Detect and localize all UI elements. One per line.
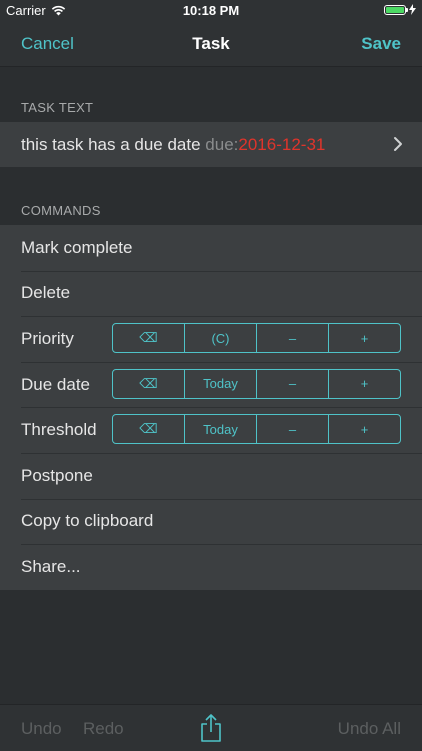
status-time: 10:18 PM [182, 3, 240, 18]
priority-clear-button[interactable]: ⌫ [113, 324, 185, 353]
priority-label: Priority [21, 328, 74, 348]
navigation-bar: Cancel Task Save [0, 22, 422, 67]
delete-row[interactable]: Delete [0, 270, 422, 317]
task-due-label: due: [205, 134, 239, 154]
mark-complete-label: Mark complete [21, 237, 133, 257]
share-icon[interactable] [199, 713, 223, 743]
task-text: this task has a due date due:2016-12-31 [21, 135, 325, 155]
status-bar: Carrier 10:18 PM [0, 0, 422, 22]
due-date-clear-button[interactable]: ⌫ [113, 369, 185, 398]
task-text-header: TASK TEXT [21, 100, 94, 115]
commands-list: Mark complete Delete Priority ⌫ (C) – + … [0, 225, 422, 590]
postpone-label: Postpone [21, 465, 93, 485]
battery-icon [384, 4, 408, 15]
priority-value-button[interactable]: (C) [185, 324, 257, 353]
redo-button[interactable]: Redo [83, 719, 124, 739]
priority-decrease-button[interactable]: – [257, 324, 329, 353]
threshold-segmented-control: ⌫ Today – + [112, 414, 401, 445]
charging-bolt-icon [409, 4, 416, 15]
threshold-today-button[interactable]: Today [185, 415, 257, 444]
due-date-label: Due date [21, 374, 90, 394]
cancel-button[interactable]: Cancel [21, 34, 74, 54]
save-button[interactable]: Save [361, 34, 401, 54]
share-label: Share... [21, 556, 81, 576]
chevron-right-icon [394, 137, 402, 151]
threshold-increase-button[interactable]: + [329, 415, 400, 443]
due-date-segmented-control: ⌫ Today – + [112, 368, 401, 399]
commands-header: COMMANDS [21, 203, 101, 218]
threshold-decrease-button[interactable]: – [257, 415, 329, 444]
task-text-row[interactable]: this task has a due date due:2016-12-31 [0, 122, 422, 167]
threshold-row: Threshold ⌫ Today – + [0, 407, 422, 453]
threshold-label: Threshold [21, 420, 97, 440]
task-text-body: this task has a due date [21, 134, 201, 154]
status-right [384, 4, 416, 15]
delete-label: Delete [21, 283, 71, 303]
copy-to-clipboard-label: Copy to clipboard [21, 511, 154, 531]
task-due-value: 2016-12-31 [238, 134, 326, 154]
due-date-decrease-button[interactable]: – [257, 369, 329, 398]
bottom-toolbar: Undo Redo Undo All [0, 704, 422, 751]
due-date-today-button[interactable]: Today [185, 369, 257, 398]
priority-segmented-control: ⌫ (C) – + [112, 323, 401, 354]
undo-all-button[interactable]: Undo All [338, 719, 401, 739]
postpone-row[interactable]: Postpone [0, 452, 422, 499]
priority-row: Priority ⌫ (C) – + [0, 316, 422, 362]
mark-complete-row[interactable]: Mark complete [0, 225, 422, 271]
copy-to-clipboard-row[interactable]: Copy to clipboard [0, 498, 422, 545]
threshold-clear-button[interactable]: ⌫ [113, 415, 185, 444]
undo-button[interactable]: Undo [21, 719, 62, 739]
priority-increase-button[interactable]: + [329, 324, 400, 352]
due-date-row: Due date ⌫ Today – + [0, 361, 422, 408]
share-row[interactable]: Share... [0, 544, 422, 590]
due-date-increase-button[interactable]: + [329, 370, 400, 398]
